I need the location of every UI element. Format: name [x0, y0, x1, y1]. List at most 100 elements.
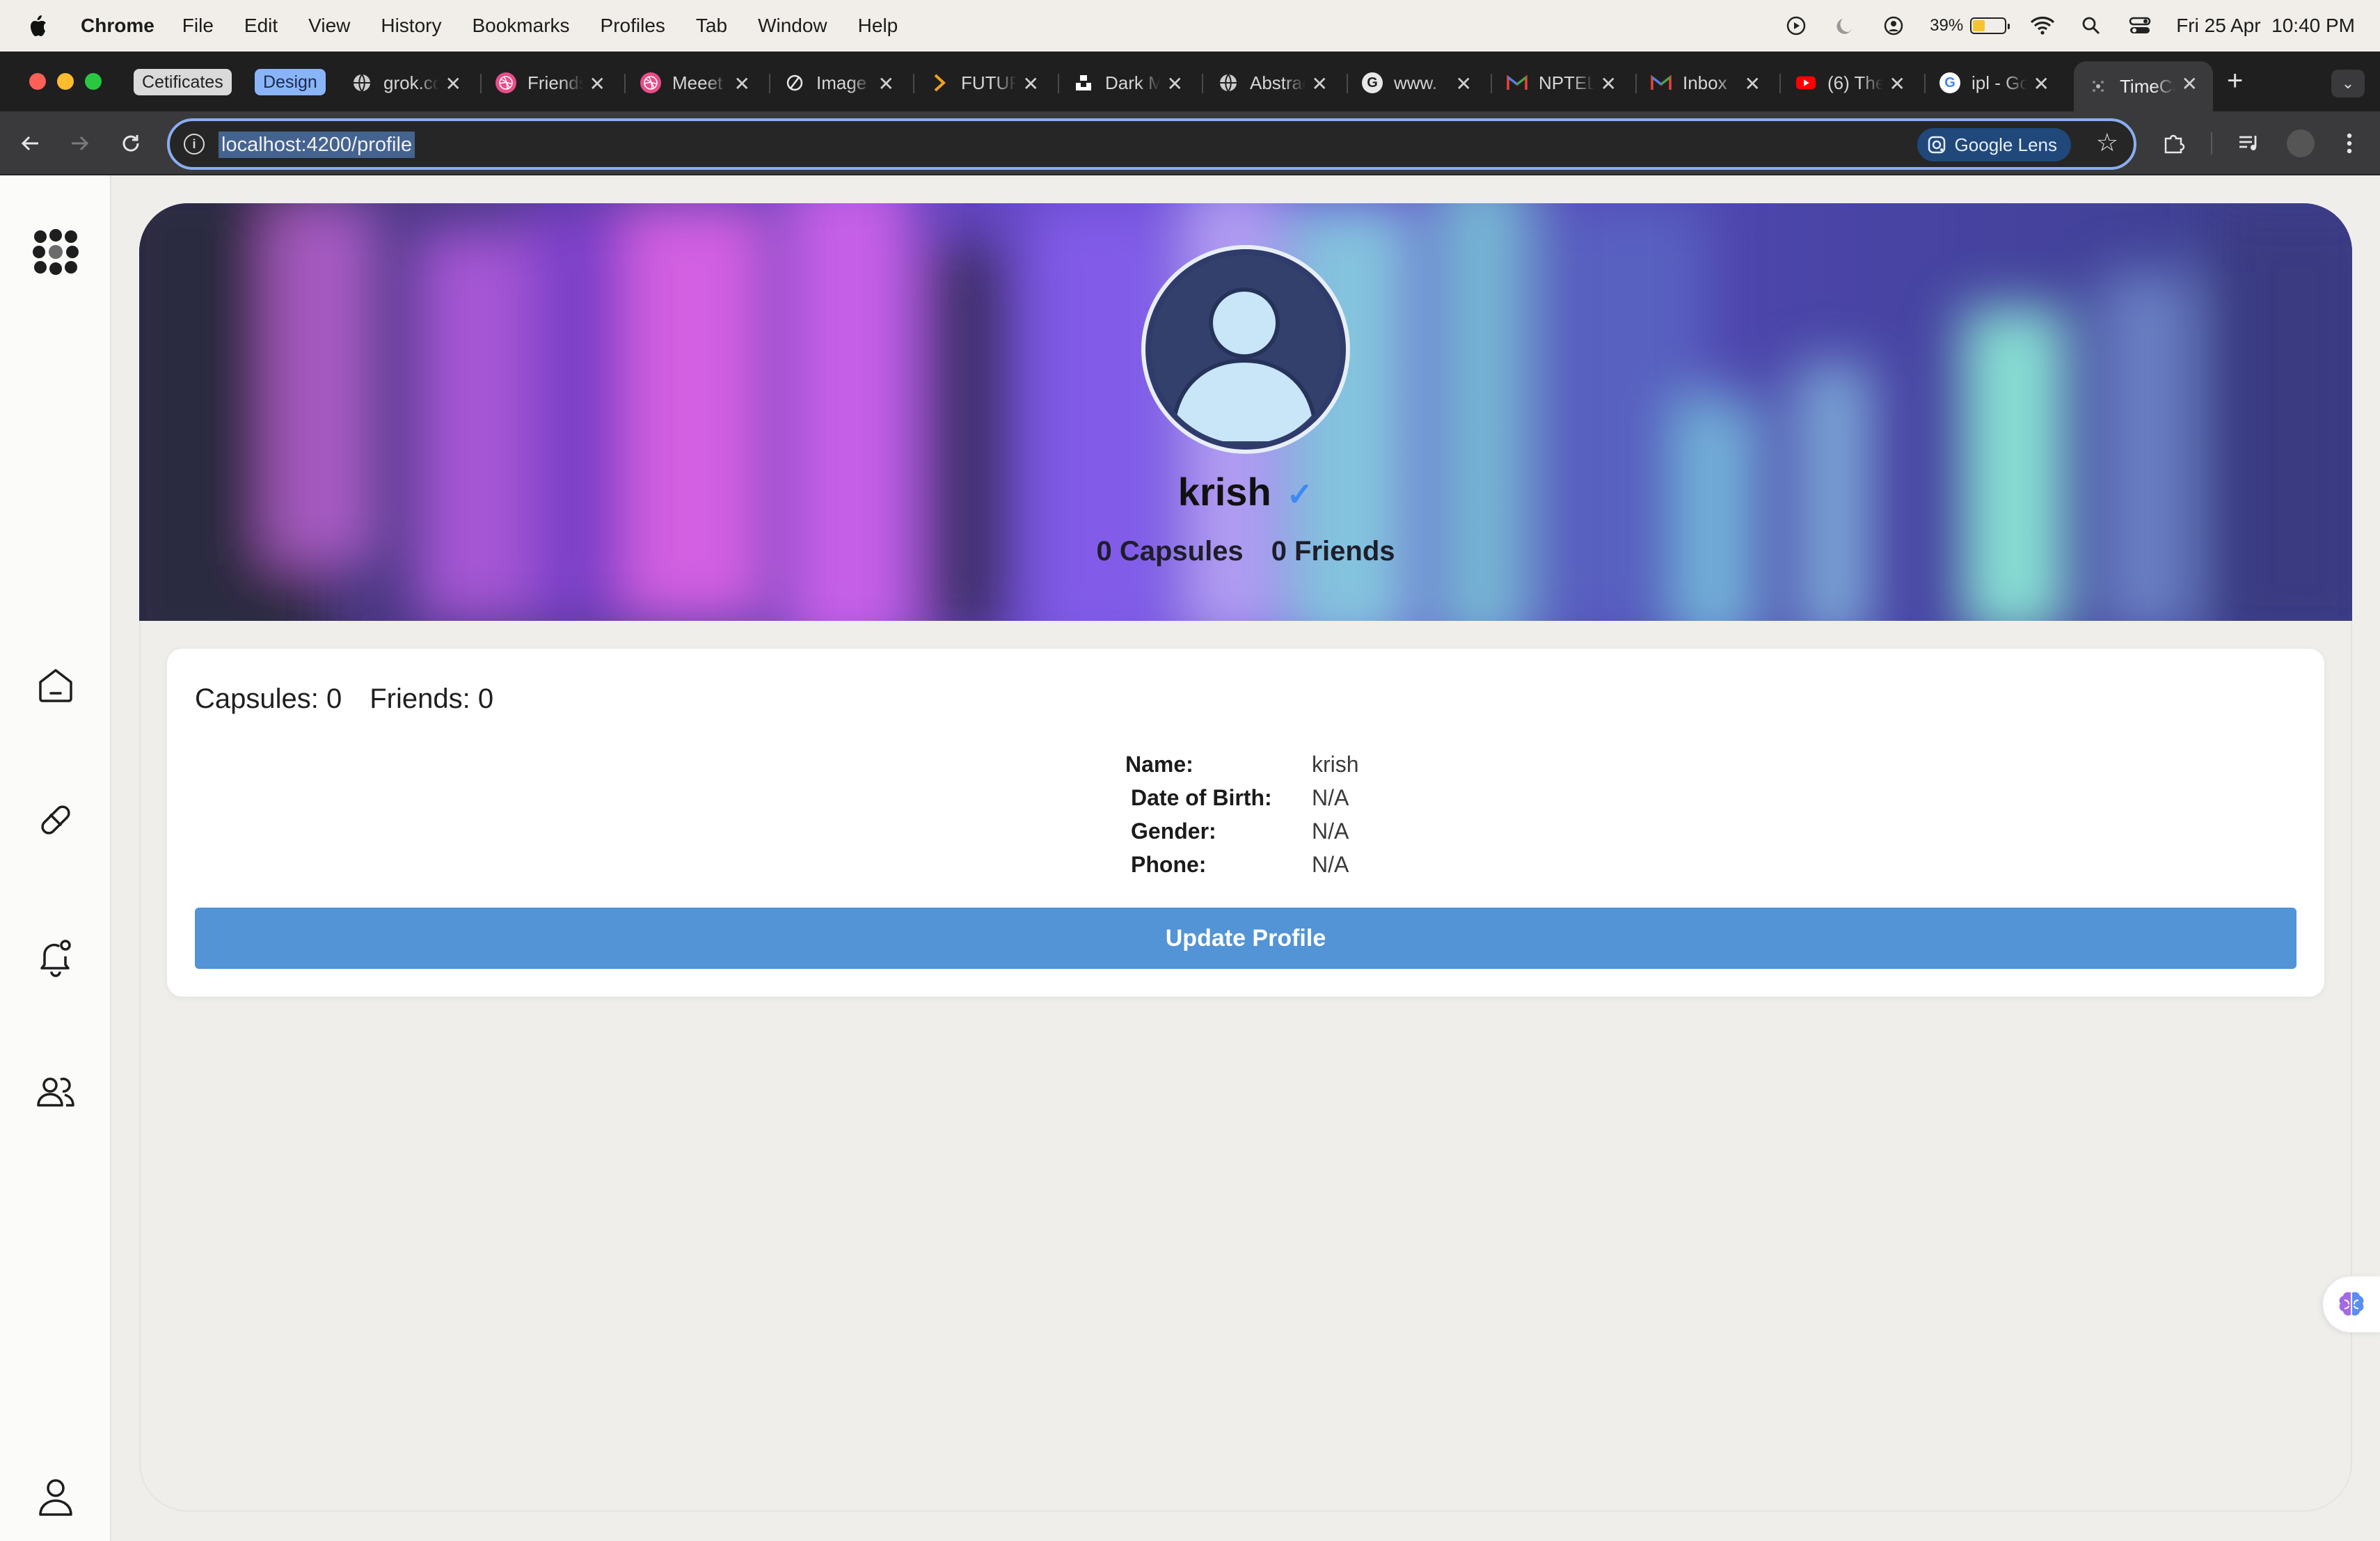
tab-image[interactable]: Image ✕ [770, 61, 910, 104]
tab-ipl-google[interactable]: G ipl - Google ✕ [1926, 61, 2065, 104]
new-tab-button[interactable]: + [2227, 65, 2243, 97]
openai-icon [784, 72, 805, 93]
menu-tab[interactable]: Tab [696, 15, 727, 37]
avatar-ring [1145, 249, 1346, 450]
close-icon[interactable]: ✕ [2033, 72, 2049, 95]
tab-youtube[interactable]: (6) The ✕ [1782, 61, 1921, 104]
tab-label: Inbox [1683, 72, 1727, 93]
close-icon[interactable]: ✕ [1745, 72, 1761, 95]
globe-icon [351, 72, 372, 93]
profile-avatar-button[interactable] [2283, 125, 2319, 161]
friends-icon[interactable] [31, 1068, 81, 1118]
tab-label: TimeCapsule [2120, 75, 2175, 97]
bookmark-star-icon[interactable]: ☆ [2096, 128, 2118, 157]
window-zoom-button[interactable] [85, 73, 102, 90]
close-icon[interactable]: ✕ [1312, 72, 1328, 95]
chrome-menu-button[interactable] [2331, 125, 2367, 161]
stats-line: Capsules: 0 Friends: 0 [195, 683, 493, 715]
detail-value: N/A [1312, 784, 1349, 810]
tab-meeet[interactable]: Meeet ✕ [626, 61, 765, 104]
close-icon[interactable]: ✕ [1601, 72, 1617, 95]
close-icon[interactable]: ✕ [589, 72, 605, 95]
user-account-icon[interactable] [1881, 13, 1906, 38]
banner-capsules-count[interactable]: 0 Capsules [1096, 536, 1243, 567]
menu-profiles[interactable]: Profiles [601, 15, 665, 37]
tab-label: Meeet [672, 72, 723, 93]
menu-app-name[interactable]: Chrome [81, 15, 154, 37]
control-center-icon[interactable] [2127, 13, 2152, 38]
tab-separator [913, 74, 914, 93]
spotlight-search-icon[interactable] [2079, 13, 2104, 38]
media-controls-button[interactable] [2231, 125, 2267, 161]
profile-username: krish [1177, 470, 1271, 514]
tab-inbox[interactable]: Inbox ✕ [1637, 61, 1776, 104]
gmail-icon [1651, 72, 1672, 93]
tab-group-cetificates[interactable]: Cetificates [134, 69, 232, 95]
site-info-icon[interactable]: i [184, 134, 205, 155]
tab-search-button[interactable]: ⌄ [2331, 70, 2365, 97]
url-text[interactable]: localhost:4200/profile [219, 132, 415, 158]
close-icon[interactable]: ✕ [1023, 72, 1039, 95]
tab-separator [1779, 74, 1781, 93]
tab-label: FUTURE [961, 72, 1017, 93]
apple-menu-icon[interactable] [28, 14, 47, 38]
menu-history[interactable]: History [381, 15, 441, 37]
detail-label: Date of Birth: [1131, 784, 1272, 810]
menu-window[interactable]: Window [758, 15, 827, 37]
close-icon[interactable]: ✕ [1167, 72, 1183, 95]
capsule-icon[interactable] [31, 795, 81, 845]
reload-button[interactable] [114, 127, 148, 160]
address-bar[interactable]: i localhost:4200/profile Google Lens ☆ [167, 118, 2136, 170]
profile-icon[interactable] [31, 1471, 81, 1522]
back-button[interactable] [14, 127, 47, 160]
tab-separator [1491, 74, 1492, 93]
close-icon[interactable]: ✕ [2182, 72, 2198, 95]
ai-assistant-widget[interactable] [2323, 1277, 2380, 1332]
page-viewport: krish ✓ 0 Capsules 0 Friends Capsules: 0 Fr… [0, 175, 2380, 1541]
window-close-button[interactable] [29, 73, 46, 90]
banner-friends-count[interactable]: 0 Friends [1271, 536, 1395, 567]
stats-friends: Friends: 0 [370, 683, 494, 714]
macos-menu-bar: Chrome File Edit View History Bookmarks … [0, 0, 2380, 52]
profile-avatar[interactable] [1141, 245, 1350, 454]
battery-indicator[interactable]: 39% [1930, 16, 2010, 35]
menu-help[interactable]: Help [858, 15, 898, 37]
tab-label: Dark Mode [1105, 72, 1161, 93]
wifi-icon[interactable] [2030, 13, 2055, 38]
tab-dark-mode[interactable]: Dark Mode ✕ [1059, 61, 1198, 104]
home-icon[interactable] [31, 660, 81, 710]
tab-timecapsule-active[interactable]: TimeCapsule ✕ [2074, 61, 2213, 111]
close-icon[interactable]: ✕ [1889, 72, 1905, 95]
forward-button[interactable] [63, 127, 96, 160]
tab-friends[interactable]: Friends ✕ [482, 61, 621, 104]
update-profile-button[interactable]: Update Profile [195, 908, 2296, 969]
close-icon[interactable]: ✕ [1456, 72, 1472, 95]
chevron-icon [929, 72, 950, 93]
tab-nptel[interactable]: NPTEL ✕ [1493, 61, 1632, 104]
menu-file[interactable]: File [182, 15, 214, 37]
app-logo-icon[interactable] [31, 227, 81, 277]
detail-row-name: Name: krish [1125, 748, 1359, 781]
menu-bookmarks[interactable]: Bookmarks [472, 15, 569, 37]
tab-grok[interactable]: grok.com ✕ [338, 61, 477, 104]
screen-recording-icon[interactable] [1784, 13, 1809, 38]
detail-row-phone: Phone: N/A [1131, 848, 1359, 881]
close-icon[interactable]: ✕ [734, 72, 750, 95]
menubar-clock[interactable]: Fri 25 Apr 10:40 PM [2176, 15, 2355, 37]
tab-group-design[interactable]: Design [255, 69, 326, 95]
focus-moon-icon[interactable] [1832, 13, 1857, 38]
tab-www[interactable]: G www. ✕ [1348, 61, 1487, 104]
close-icon[interactable]: ✕ [445, 72, 461, 95]
close-icon[interactable]: ✕ [878, 72, 894, 95]
tab-label: Abstract [1250, 72, 1306, 93]
menu-edit[interactable]: Edit [244, 15, 278, 37]
extensions-button[interactable] [2156, 125, 2192, 161]
notifications-icon[interactable] [31, 931, 81, 981]
window-minimize-button[interactable] [57, 73, 74, 90]
detail-label: Name: [1125, 751, 1193, 777]
google-lens-button[interactable]: Google Lens [1917, 128, 2071, 161]
tab-future[interactable]: FUTURE ✕ [915, 61, 1054, 104]
lens-label: Google Lens [1954, 134, 2057, 155]
menu-view[interactable]: View [308, 15, 350, 37]
tab-abstract[interactable]: Abstract ✕ [1204, 61, 1343, 104]
